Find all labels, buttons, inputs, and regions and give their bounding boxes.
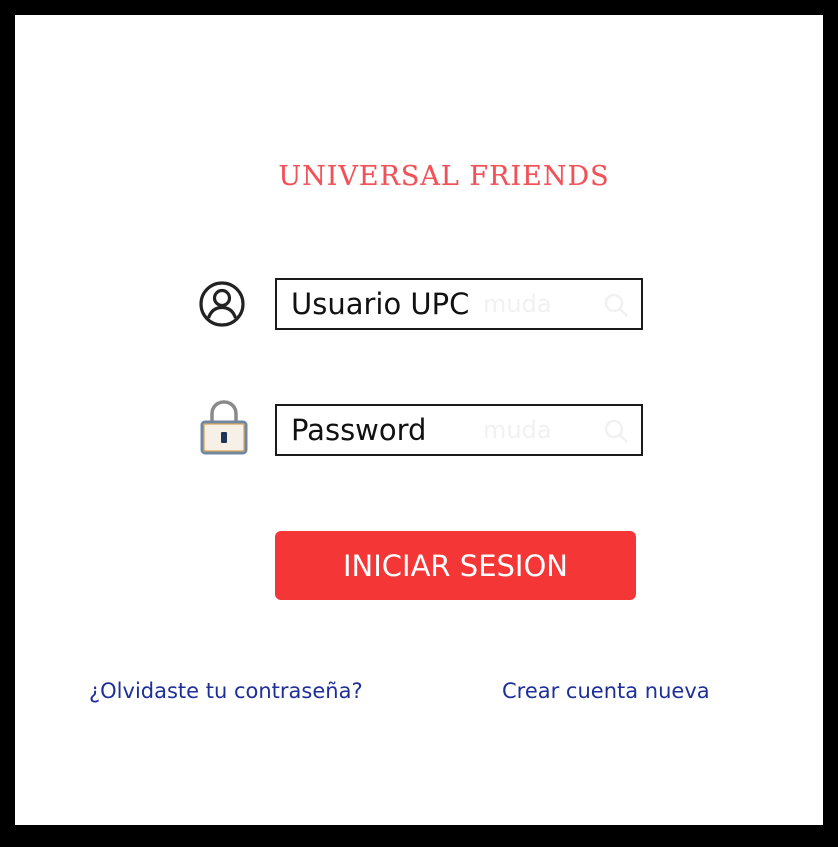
create-account-link[interactable]: Crear cuenta nueva [502,679,710,703]
username-field[interactable]: muda [275,278,643,330]
login-card: UNIVERSAL FRIENDS muda muda INICIAR SESI… [15,15,823,825]
password-field[interactable]: muda [275,404,643,456]
login-button[interactable]: INICIAR SESION [275,531,636,600]
user-circle-icon [199,281,245,327]
padlock-icon [200,400,248,455]
forgot-password-link[interactable]: ¿Olvidaste tu contraseña? [89,679,363,703]
app-title: UNIVERSAL FRIENDS [278,161,610,192]
password-input[interactable] [277,406,641,454]
username-input[interactable] [277,280,641,328]
